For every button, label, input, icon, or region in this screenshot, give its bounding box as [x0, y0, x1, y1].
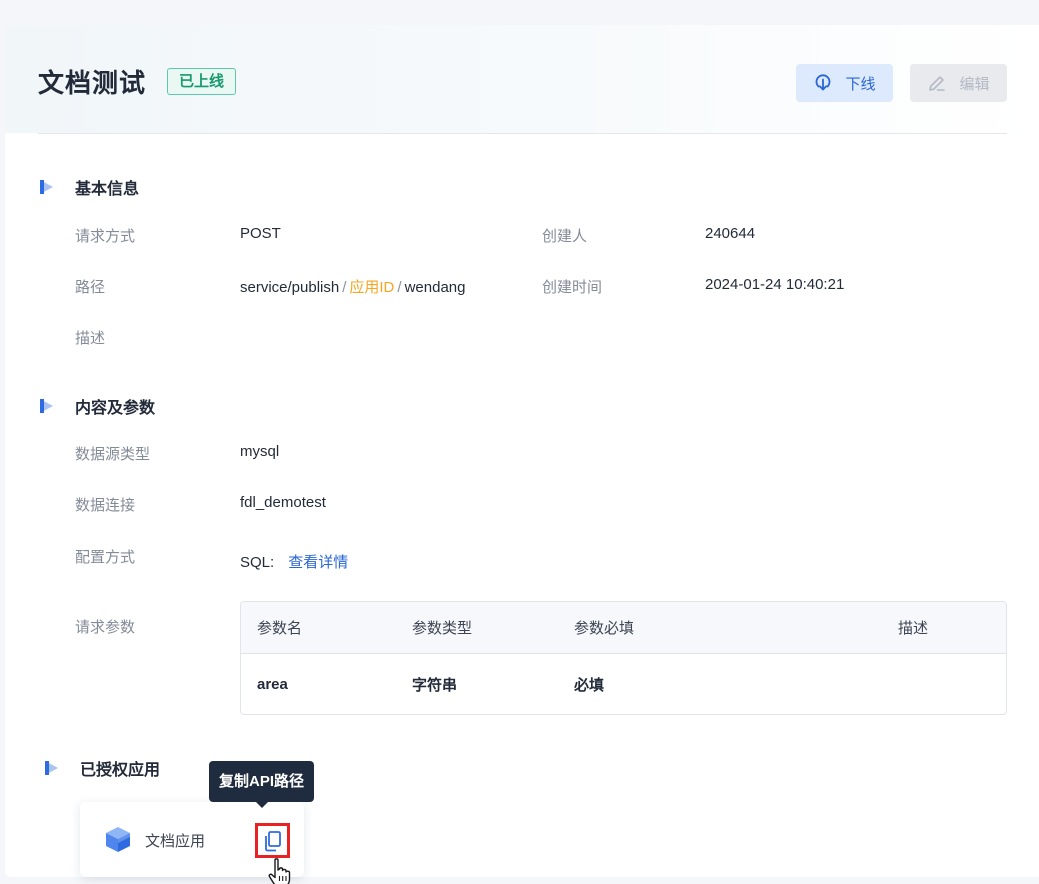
- download-icon: [816, 74, 831, 91]
- cube-icon: [106, 827, 130, 852]
- column-header: 参数名: [257, 620, 303, 637]
- page-title: 文档测试: [38, 68, 147, 98]
- table-cell: 必填: [574, 677, 605, 694]
- table-cell: area: [257, 676, 288, 693]
- table-cell: 字符串: [412, 677, 458, 694]
- data-connection-value: fdl_demotest: [240, 494, 326, 511]
- section-content-params: 内容及参数: [38, 394, 155, 418]
- copy-icon: [264, 830, 281, 851]
- copy-api-path-tooltip: 复制API路径: [209, 761, 315, 808]
- request-params-table: 参数名 参数类型 参数必填 描述 area 字符串 必填: [240, 601, 1007, 715]
- path-prefix: service/publish: [240, 279, 340, 296]
- created-time-label: 创建时间: [542, 279, 603, 296]
- edit-icon: [929, 76, 946, 91]
- edit-button[interactable]: 编辑: [910, 64, 1007, 102]
- config-mode-value: SQL: 查看详情: [240, 551, 348, 572]
- section-marker-icon: [40, 180, 53, 194]
- data-connection-label: 数据连接: [75, 497, 136, 514]
- api-detail-card: 文档测试 已上线 下线 编辑 基本信息 请求方式 POST 创建人 240644…: [5, 25, 1039, 884]
- section-title-label: 已授权应用: [80, 762, 161, 779]
- datasource-type-value: mysql: [240, 443, 280, 460]
- column-header: 参数必填: [574, 620, 635, 637]
- edit-button-label: 编辑: [959, 75, 990, 93]
- path-suffix: wendang: [404, 279, 466, 296]
- request-params-label: 请求参数: [75, 619, 136, 636]
- path-variable: 应用ID: [349, 279, 395, 296]
- app-name: 文档应用: [145, 833, 206, 850]
- created-time-value: 2024-01-24 10:40:21: [705, 276, 845, 293]
- description-label: 描述: [75, 330, 106, 347]
- offline-button-label: 下线: [845, 75, 876, 93]
- view-details-link[interactable]: 查看详情: [288, 554, 348, 571]
- path-separator: /: [342, 279, 347, 296]
- creator-value: 240644: [705, 225, 756, 242]
- table-row: area 字符串 必填: [241, 654, 1006, 714]
- column-header: 描述: [898, 620, 929, 637]
- creator-label: 创建人: [542, 228, 588, 245]
- datasource-type-label: 数据源类型: [75, 446, 151, 463]
- column-header: 参数类型: [412, 620, 473, 637]
- section-title-label: 基本信息: [75, 181, 140, 198]
- path-label: 路径: [75, 279, 106, 296]
- offline-button[interactable]: 下线: [796, 64, 893, 102]
- header-divider: [38, 133, 1007, 134]
- hand-cursor-icon: [268, 858, 291, 884]
- config-mode-label: 配置方式: [75, 549, 136, 566]
- table-header: 参数名 参数类型 参数必填 描述: [241, 602, 1006, 654]
- section-authorized-apps: 已授权应用: [43, 756, 160, 780]
- section-marker-icon: [40, 399, 53, 413]
- section-basic-info: 基本信息: [38, 175, 139, 199]
- config-mode-text: SQL:: [240, 554, 275, 571]
- path-separator: /: [397, 279, 402, 296]
- section-title-label: 内容及参数: [75, 400, 156, 417]
- request-method-value: POST: [240, 225, 281, 242]
- copy-api-path-button[interactable]: [255, 823, 290, 858]
- status-badge: 已上线: [167, 68, 237, 95]
- path-value: service/publish / 应用ID / wendang: [240, 276, 465, 297]
- section-marker-icon: [45, 761, 58, 775]
- request-method-label: 请求方式: [75, 228, 136, 245]
